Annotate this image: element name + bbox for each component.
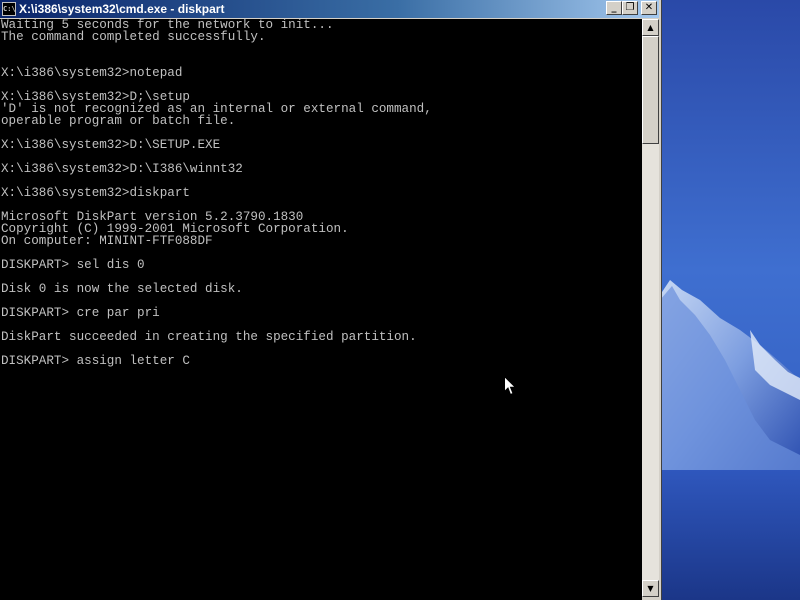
console-line: DISKPART> sel dis 0	[1, 258, 145, 272]
mouse-cursor-icon	[504, 376, 516, 396]
scroll-down-button[interactable]: ▼	[642, 580, 659, 597]
console-line: On computer: MININT-FTF088DF	[1, 234, 213, 248]
scroll-thumb[interactable]	[642, 36, 659, 144]
window-title: X:\i386\system32\cmd.exe - diskpart	[19, 2, 225, 16]
console-line: X:\i386\system32>D:\I386\winnt32	[1, 162, 243, 176]
console-output[interactable]: Waiting 5 seconds for the network to ini…	[0, 19, 642, 600]
console-line: Disk 0 is now the selected disk.	[1, 282, 243, 296]
console-line: The command completed successfully.	[1, 30, 266, 44]
console-line: DiskPart succeeded in creating the speci…	[1, 330, 417, 344]
minimize-button[interactable]: _	[606, 1, 622, 15]
maximize-button[interactable]: ❐	[622, 1, 638, 15]
console-line: X:\i386\system32>diskpart	[1, 186, 190, 200]
console-line: DISKPART> assign letter C	[1, 354, 190, 368]
mountain-wallpaper-image	[660, 0, 800, 600]
vertical-scrollbar[interactable]: ▲ ▼	[642, 19, 659, 597]
console-line: DISKPART> cre par pri	[1, 306, 160, 320]
close-button[interactable]: ✕	[641, 1, 657, 15]
console-line: X:\i386\system32>notepad	[1, 66, 183, 80]
scroll-up-button[interactable]: ▲	[642, 19, 659, 36]
console-line: operable program or batch file.	[1, 114, 236, 128]
cmd-icon[interactable]: C:\	[2, 2, 16, 16]
window-border[interactable]	[659, 0, 662, 600]
cmd-window: C:\ X:\i386\system32\cmd.exe - diskpart …	[0, 0, 662, 600]
title-bar[interactable]: C:\ X:\i386\system32\cmd.exe - diskpart …	[0, 0, 662, 18]
console-line: X:\i386\system32>D:\SETUP.EXE	[1, 138, 221, 152]
